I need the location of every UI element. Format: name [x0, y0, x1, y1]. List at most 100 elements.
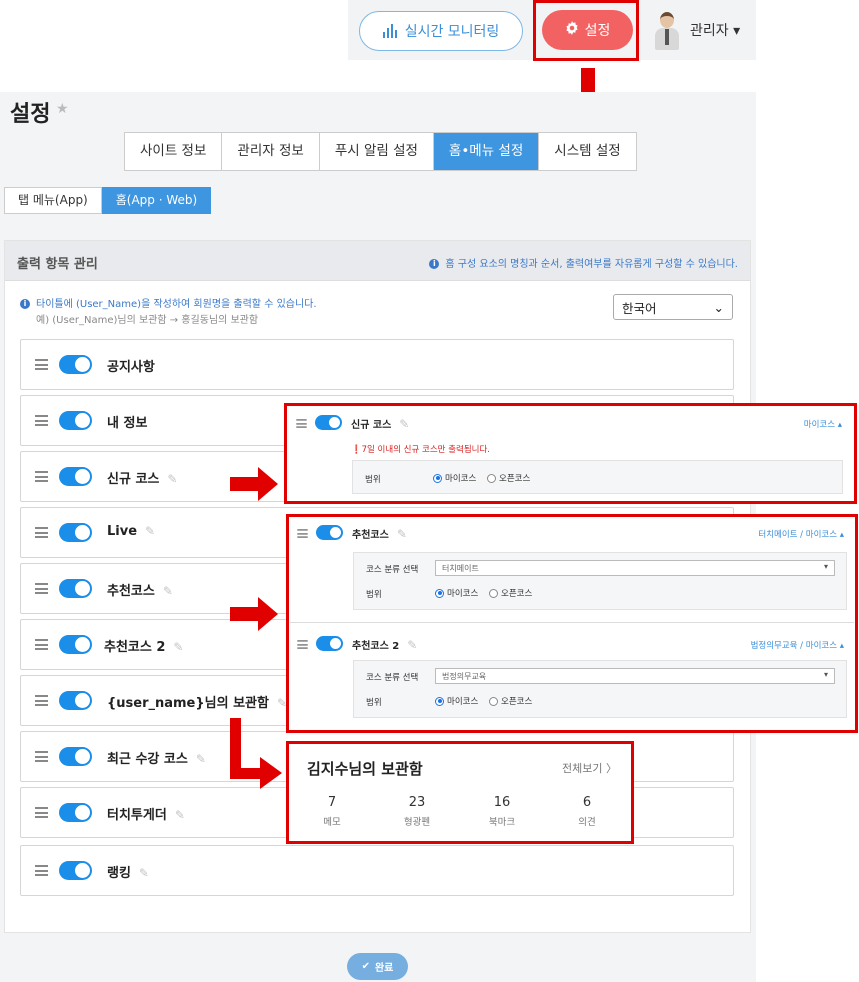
avatar	[652, 10, 682, 50]
tab-admin-info[interactable]: 관리자 정보	[222, 133, 320, 170]
list-item[interactable]: 공지사항	[20, 339, 734, 390]
item-label-text: 추천코스	[107, 584, 155, 599]
range-label: 범위	[366, 590, 382, 600]
drag-handle-icon[interactable]	[35, 751, 48, 762]
radio-selected-icon	[435, 696, 444, 706]
drag-handle-icon[interactable]	[35, 415, 48, 426]
drag-handle-icon[interactable]	[35, 865, 48, 876]
stat-bookmark[interactable]: 16 북마크	[472, 795, 532, 828]
drag-handle-icon[interactable]	[35, 807, 48, 818]
pencil-icon[interactable]: ✎	[196, 752, 206, 766]
radio-opencourse[interactable]: 오픈코스	[489, 587, 532, 599]
subtab-tab-menu[interactable]: 탭 메뉴(App)	[4, 187, 102, 214]
item-label-text: 터치투게더	[107, 808, 167, 823]
pencil-icon[interactable]: ✎	[167, 472, 177, 486]
card-summary-toggle[interactable]: 터치메이트 / 마이코스 ▴	[758, 528, 844, 540]
card-summary-toggle[interactable]: 마이코스 ▴	[804, 418, 842, 430]
item-label: 신규 코스 ✎	[107, 468, 177, 487]
realtime-monitoring-button[interactable]: 실시간 모니터링	[359, 11, 523, 51]
category-select[interactable]: 터치메이트	[435, 560, 835, 576]
visibility-toggle[interactable]	[59, 691, 92, 710]
item-label-text: 신규 코스	[107, 472, 160, 487]
pencil-icon[interactable]: ✎	[173, 640, 183, 654]
card-title: 추천코스 ✎	[352, 526, 407, 541]
visibility-toggle[interactable]	[59, 467, 92, 486]
warning-label: 7일 이내의 신규 코스만 출력됩니다.	[361, 445, 490, 455]
favorite-star-icon[interactable]: ★	[56, 101, 69, 117]
stat-number: 7	[327, 795, 337, 810]
done-button[interactable]: ✔ 완료	[347, 953, 408, 980]
category-label: 코스 분류 선택	[366, 673, 419, 683]
visibility-toggle[interactable]	[59, 579, 92, 598]
item-label: 내 정보	[107, 416, 148, 431]
radio-opencourse[interactable]: 오픈코스	[487, 472, 530, 484]
radio-selected-icon	[435, 588, 444, 598]
drag-handle-icon[interactable]	[35, 583, 48, 594]
pencil-icon[interactable]: ✎	[139, 866, 149, 880]
radio-opencourse[interactable]: 오픈코스	[489, 695, 532, 707]
stat-memo[interactable]: 7 메모	[302, 795, 362, 828]
language-value: 한국어	[622, 300, 657, 316]
settings-button[interactable]: 설정	[542, 10, 633, 50]
stat-label: 북마크	[488, 817, 516, 828]
category-label: 코스 분류 선택	[366, 565, 419, 575]
item-label-text: 추천코스 2	[104, 640, 166, 655]
stat-label: 메모	[323, 817, 341, 828]
radio-mycourse[interactable]: 마이코스	[433, 472, 476, 484]
radio-mycourse[interactable]: 마이코스	[435, 587, 478, 599]
item-label: 추천코스 ✎	[107, 580, 173, 599]
drag-handle-icon[interactable]	[35, 359, 48, 370]
visibility-toggle[interactable]	[316, 525, 343, 540]
pencil-icon[interactable]: ✎	[397, 527, 407, 541]
panel-title: 출력 항목 관리	[17, 257, 98, 272]
visibility-toggle[interactable]	[315, 415, 342, 430]
new-course-callout: 신규 코스 ✎ 마이코스 ▴ ❗7일 이내의 신규 코스만 출력됩니다. 범위 마…	[284, 403, 857, 504]
pencil-icon[interactable]: ✎	[407, 638, 417, 652]
view-all-link[interactable]: 전체보기 〉	[562, 760, 617, 776]
visibility-toggle[interactable]	[59, 861, 92, 880]
drag-handle-icon[interactable]	[35, 471, 48, 482]
card-title: 신규 코스 ✎	[351, 416, 409, 431]
info-text: i 타이틀에 (User_Name)을 작성하여 회원명을 출력할 수 있습니다.	[20, 295, 317, 310]
stat-highlight[interactable]: 23 형광펜	[387, 795, 447, 828]
visibility-toggle[interactable]	[59, 803, 92, 822]
tab-system-settings[interactable]: 시스템 설정	[539, 133, 636, 170]
list-item[interactable]: 랭킹 ✎	[20, 845, 734, 896]
visibility-toggle[interactable]	[59, 747, 92, 766]
pencil-icon[interactable]: ✎	[163, 584, 173, 598]
warning-text: ❗7일 이내의 신규 코스만 출력됩니다.	[351, 443, 490, 455]
pencil-icon[interactable]: ✎	[399, 417, 409, 431]
language-select[interactable]: 한국어 ⌄	[613, 294, 733, 320]
new-course-detail-card: 신규 코스 ✎ 마이코스 ▴ ❗7일 이내의 신규 코스만 출력됩니다. 범위 마…	[289, 408, 852, 499]
drag-handle-icon[interactable]	[35, 527, 48, 538]
card-title: 추천코스 2 ✎	[352, 637, 417, 652]
visibility-toggle[interactable]	[316, 636, 343, 651]
user-name-label: 관리자 ▾	[690, 23, 741, 39]
range-label: 범위	[366, 698, 382, 708]
radio-label: 오픈코스	[501, 697, 533, 707]
user-menu[interactable]: 관리자 ▾	[652, 9, 740, 51]
subtab-home[interactable]: 홈(App · Web)	[101, 187, 212, 214]
stat-opinion[interactable]: 6 의견	[557, 795, 617, 828]
card-summary-toggle[interactable]: 법정의무교육 / 마이코스 ▴	[751, 639, 844, 651]
drag-handle-icon[interactable]	[297, 529, 308, 538]
pencil-icon[interactable]: ✎	[175, 808, 185, 822]
category-select[interactable]: 법정의무교육	[435, 668, 835, 684]
radio-mycourse[interactable]: 마이코스	[435, 695, 478, 707]
drag-handle-icon[interactable]	[297, 640, 308, 649]
pencil-icon[interactable]: ✎	[145, 524, 155, 538]
stat-label: 의견	[578, 817, 596, 828]
drag-handle-icon[interactable]	[35, 639, 48, 650]
drag-handle-icon[interactable]	[35, 695, 48, 706]
tab-home-menu-settings[interactable]: 홈•메뉴 설정	[433, 133, 540, 170]
visibility-toggle[interactable]	[59, 523, 92, 542]
visibility-toggle[interactable]	[59, 411, 92, 430]
tab-push-settings[interactable]: 푸시 알림 설정	[319, 133, 434, 170]
item-label-text: Live	[107, 524, 138, 539]
drag-handle-icon[interactable]	[296, 419, 307, 428]
storage-title: 김지수님의 보관함	[307, 760, 423, 778]
visibility-toggle[interactable]	[59, 635, 92, 654]
visibility-toggle[interactable]	[59, 355, 92, 374]
tab-site-info[interactable]: 사이트 정보	[125, 133, 223, 170]
recommended-options: 코스 분류 선택 터치메이트 범위 마이코스 오픈코스	[353, 552, 847, 610]
